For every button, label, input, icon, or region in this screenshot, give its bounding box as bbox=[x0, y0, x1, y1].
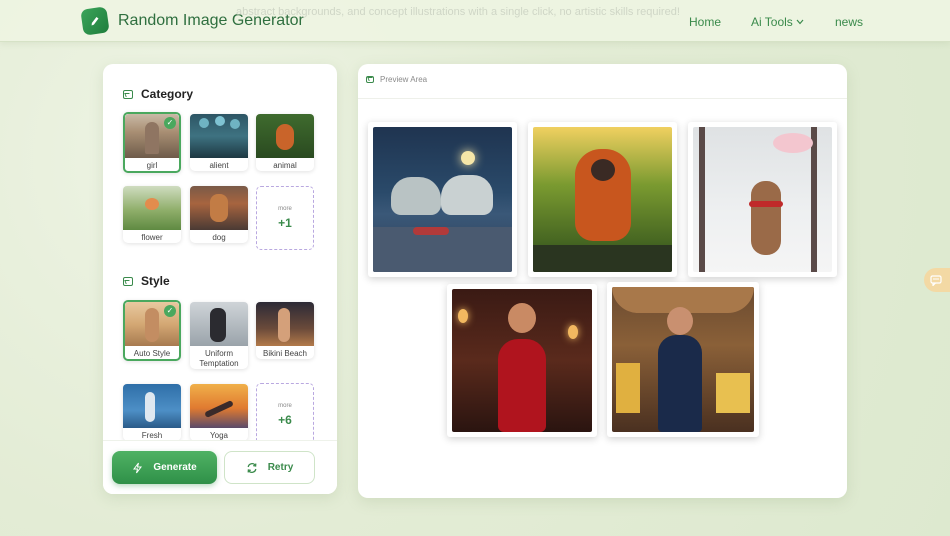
style-heading: Style bbox=[123, 274, 170, 288]
generate-label: Generate bbox=[153, 462, 197, 473]
preview-image-2[interactable] bbox=[528, 122, 677, 277]
dog-thumbnail bbox=[190, 186, 248, 230]
alien-thumbnail bbox=[190, 114, 248, 158]
selected-check-icon: ✓ bbox=[164, 305, 176, 317]
style-label: Uniform Temptation bbox=[199, 349, 239, 368]
divider bbox=[358, 98, 847, 99]
action-bar: Generate Retry bbox=[103, 440, 337, 494]
nav-news-link[interactable]: news bbox=[835, 15, 863, 29]
chat-icon bbox=[930, 274, 942, 286]
chat-widget-button[interactable] bbox=[924, 268, 950, 292]
preview-image-1[interactable] bbox=[368, 122, 517, 277]
category-heading: Category bbox=[123, 87, 193, 101]
generate-button[interactable]: Generate bbox=[112, 451, 217, 484]
selected-check-icon: ✓ bbox=[164, 117, 176, 129]
style-tile-fresh[interactable]: Fresh bbox=[123, 384, 181, 441]
nav-home-link[interactable]: Home bbox=[689, 15, 721, 29]
flower-thumbnail bbox=[123, 186, 181, 230]
style-label: Bikini Beach bbox=[262, 349, 308, 358]
animal-thumbnail bbox=[256, 114, 314, 158]
style-label: Auto Style bbox=[133, 349, 171, 358]
nav-ai-tools-dropdown[interactable]: Ai Tools bbox=[751, 15, 804, 29]
category-title: Category bbox=[141, 87, 194, 101]
preview-image-3[interactable] bbox=[688, 122, 837, 277]
category-more-button[interactable]: more +1 bbox=[256, 186, 314, 250]
more-label: more bbox=[278, 403, 292, 409]
top-navbar: Random Image Generator abstract backgrou… bbox=[0, 0, 950, 42]
preview-title: Preview Area bbox=[380, 75, 428, 84]
red-dress-image bbox=[452, 289, 592, 432]
chevron-down-icon bbox=[796, 19, 804, 25]
style-title: Style bbox=[141, 274, 170, 288]
category-tile-girl[interactable]: ✓ girl bbox=[123, 112, 181, 173]
retry-label: Retry bbox=[267, 462, 294, 473]
image-icon bbox=[123, 89, 133, 99]
style-tile-bikini-beach[interactable]: Bikini Beach bbox=[256, 302, 314, 359]
snow-monkey-image bbox=[693, 127, 832, 272]
fresh-thumbnail bbox=[123, 384, 181, 428]
preview-header: Preview Area bbox=[366, 75, 427, 84]
more-count: +6 bbox=[278, 413, 292, 427]
category-tile-dog[interactable]: dog bbox=[190, 186, 248, 243]
retry-button[interactable]: Retry bbox=[224, 451, 315, 484]
category-label: dog bbox=[212, 233, 226, 242]
style-more-button[interactable]: more +6 bbox=[256, 383, 314, 447]
polar-bears-image bbox=[373, 127, 512, 272]
category-tile-alient[interactable]: alient bbox=[190, 114, 248, 171]
image-icon bbox=[366, 76, 374, 83]
category-label: flower bbox=[141, 233, 163, 242]
girl-thumbnail: ✓ bbox=[125, 114, 179, 158]
more-count: +1 bbox=[278, 216, 292, 230]
yoga-thumbnail bbox=[190, 384, 248, 428]
category-label: girl bbox=[146, 161, 158, 170]
category-label: animal bbox=[273, 161, 297, 170]
category-label: alient bbox=[209, 161, 229, 170]
style-tile-yoga[interactable]: Yoga bbox=[190, 384, 248, 441]
orangutan-image bbox=[533, 127, 672, 272]
image-icon bbox=[123, 276, 133, 286]
pencil-logo-icon[interactable] bbox=[80, 6, 110, 36]
uniform-thumbnail bbox=[190, 302, 248, 346]
preview-image-4[interactable] bbox=[447, 284, 597, 437]
cheese-cellar-image bbox=[612, 287, 754, 432]
category-tile-flower[interactable]: flower bbox=[123, 186, 181, 243]
lightning-icon bbox=[133, 462, 143, 473]
preview-panel: Preview Area bbox=[358, 64, 847, 498]
preview-image-5[interactable] bbox=[607, 282, 759, 437]
refresh-icon bbox=[247, 462, 257, 473]
nav-ai-tools-label: Ai Tools bbox=[751, 15, 793, 29]
auto-style-thumbnail: ✓ bbox=[125, 302, 179, 346]
bikini-thumbnail bbox=[256, 302, 314, 346]
category-tile-animal[interactable]: animal bbox=[256, 114, 314, 171]
page-tagline: abstract backgrounds, and concept illust… bbox=[236, 6, 680, 18]
style-tile-auto-style[interactable]: ✓ Auto Style bbox=[123, 300, 181, 361]
options-panel: Category ✓ girl alient animal flower dog bbox=[103, 64, 337, 494]
style-tile-uniform-temptation[interactable]: Uniform Temptation bbox=[190, 302, 248, 369]
more-label: more bbox=[278, 206, 292, 212]
